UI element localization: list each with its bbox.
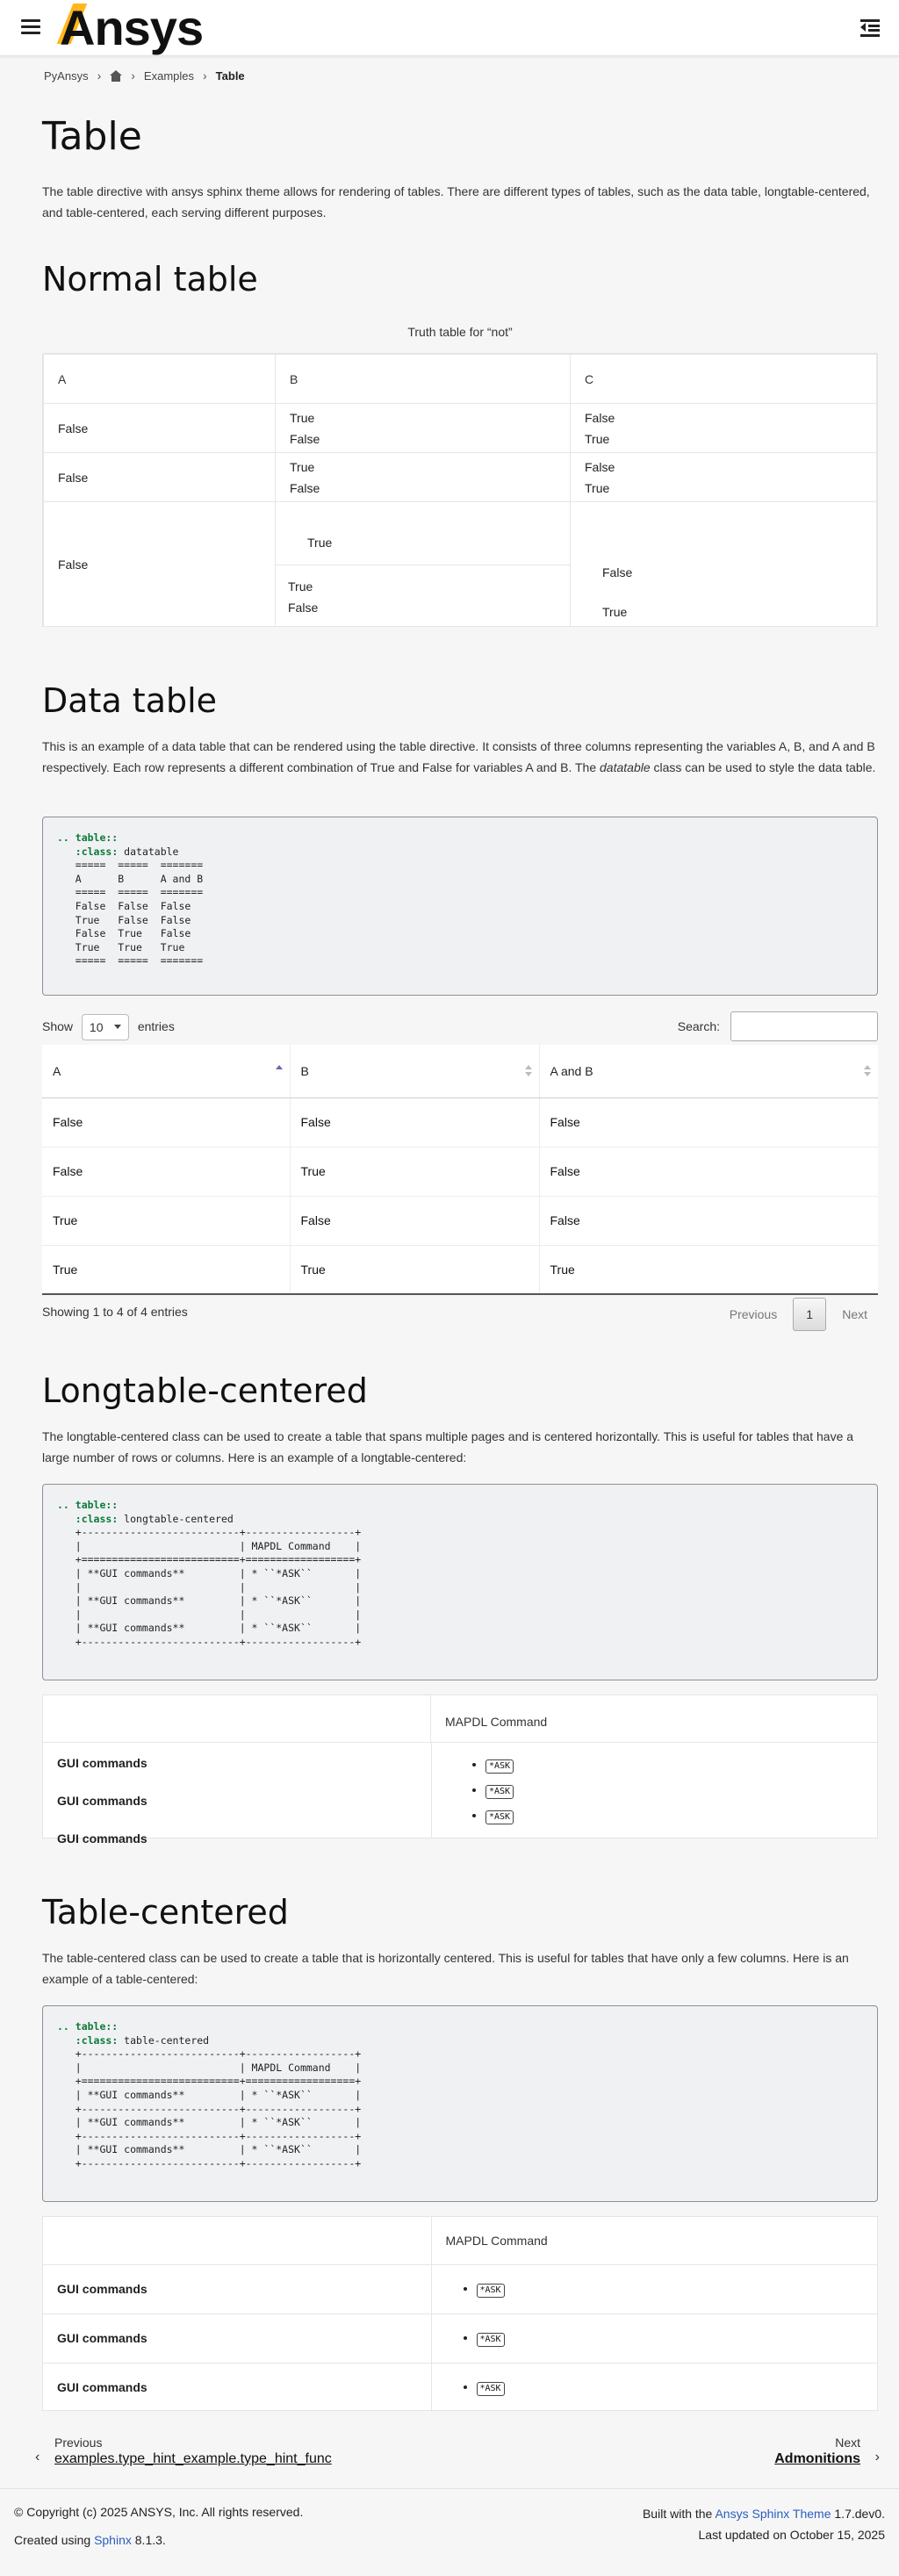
ansys-logo[interactable]: Ansys [56,2,204,54]
entries-per-page-select[interactable]: 10 [81,1014,129,1041]
table-cell: True False [275,452,571,502]
menu-icon[interactable] [21,19,40,35]
chevron-left-icon: ‹ [35,2450,40,2464]
previous-page-button[interactable]: Previous [719,1307,788,1321]
table-row: True False False [42,1195,878,1245]
chevron-right-icon: › [203,68,207,83]
prev-next-nav: ‹ Previous examples.type_hint_example.ty… [35,2436,880,2479]
ask-command-badge: *ASK [485,1810,514,1824]
ask-command-badge: *ASK [476,2283,505,2298]
breadcrumb: PyAnsys › › Examples › Table [44,67,245,84]
table-row: False True False [42,1146,878,1196]
breadcrumb-current: Table [215,68,245,83]
next-page-link[interactable]: › Next Admonitions [774,2436,880,2467]
intro-paragraph: The table directive with ansys sphinx th… [42,184,870,219]
gui-commands-column: GUI commands GUI commands GUI commands [57,1745,147,1858]
search-input[interactable] [730,1011,878,1041]
sphinx-link[interactable]: Sphinx [94,2533,132,2547]
column-header-b[interactable]: B [289,1045,539,1098]
table-cell: False True [570,452,877,502]
code-block-table-centered[interactable]: .. table:: :class: table-centered +-----… [42,2005,878,2202]
table-row: False True False False True [43,403,877,453]
footer: © Copyright (c) 2025 ANSYS, Inc. All rig… [0,2488,899,2576]
column-header-c: C [570,354,877,404]
pagination: Previous 1 Next [719,1298,878,1331]
home-icon[interactable] [110,69,123,82]
table-cell: GUI commands [57,1794,147,1808]
table-cell: GUI commands [57,1831,147,1846]
copyright: © Copyright (c) 2025 ANSYS, Inc. All rig… [14,2505,304,2519]
table-cell: False [43,452,276,502]
sort-icon[interactable] [524,1065,532,1077]
table-row: False False False [42,1097,878,1147]
table-row: GUI commands *ASK [43,2264,877,2314]
code-block-datatable[interactable]: .. table:: :class: datatable ===== =====… [42,817,878,996]
table-caption: Truth table for “not” [407,325,513,339]
theme-link[interactable]: Ansys Sphinx Theme [715,2507,831,2521]
page-1-button[interactable]: 1 [793,1298,827,1331]
table-centered-paragraph: The table-centered class can be used to … [42,1951,849,1986]
longtable-centered-table: MAPDL Command GUI commands GUI commands … [42,1695,878,1846]
table-centered-table: MAPDL Command GUI commands *ASK GUI comm… [42,2216,878,2412]
ask-command-badge: *ASK [485,1759,514,1774]
built-with: Built with the Ansys Sphinx Theme 1.7.de… [642,2507,885,2521]
column-header-mapdl-command: MAPDL Command [431,2217,877,2265]
code-block-longtable[interactable]: .. table:: :class: longtable-centered +-… [42,1484,878,1680]
column-header-a-and-b[interactable]: A and B [538,1045,878,1098]
data-table: A B A and B False False False False True Fal… [42,1045,878,1295]
created-using: Created using Sphinx 8.1.3. [14,2533,166,2547]
chevron-down-icon [113,1025,121,1030]
table-row: False True True False False True [43,501,877,627]
datatable-info: Showing 1 to 4 of 4 entries [42,1305,188,1319]
table-cell: False [43,501,276,627]
breadcrumb-pyansys[interactable]: PyAnsys [44,69,89,83]
column-header-a[interactable]: A [42,1045,290,1098]
table-cell: True True False [275,501,571,627]
table-cell: False [43,403,276,453]
table-row: True True True [42,1244,878,1295]
column-header-mapdl-command: MAPDL Command [431,1695,877,1743]
top-navbar: Ansys [0,0,899,56]
ask-command-badge: *ASK [476,2332,505,2347]
sort-ascending-icon[interactable] [275,1065,283,1077]
breadcrumb-examples[interactable]: Examples [144,69,194,83]
table-cell: GUI commands [57,1756,147,1770]
section-title-table-centered: Table-centered [42,1893,289,1932]
datatable-controls: Show 10 entries Search: [42,1011,878,1041]
section-title-normal-table: Normal table [42,260,258,299]
secondary-sidebar-toggle-icon[interactable] [860,18,880,37]
nested-cell: True [276,502,570,565]
ask-command-badge: *ASK [485,1785,514,1799]
longtable-paragraph: The longtable-centered class can be used… [42,1429,854,1464]
chevron-right-icon: › [131,68,135,83]
table-cell: True False [275,403,571,453]
last-updated: Last updated on October 15, 2025 [698,2528,886,2542]
chevron-right-icon: › [97,68,102,83]
table-row: GUI commands *ASK [43,2363,877,2412]
mapdl-command-list: *ASK *ASK *ASK [471,1757,514,1833]
sort-icon[interactable] [864,1065,871,1077]
column-header-a: A [43,354,276,404]
table-row: GUI commands *ASK [43,2313,877,2364]
chevron-right-icon: › [874,2450,880,2464]
column-header-b: B [275,354,571,404]
section-title-longtable: Longtable-centered [42,1371,368,1410]
section-title-data-table: Data table [42,681,218,720]
table-cell: False True [570,403,877,453]
data-table-paragraph: This is an example of a data table that … [42,739,876,774]
previous-page-link[interactable]: ‹ Previous examples.type_hint_example.ty… [35,2436,332,2467]
table-row: False True False False True [43,452,877,502]
table-cell: False True [570,501,877,627]
normal-table: A B C False True False False True False Tr… [42,353,878,627]
next-page-button[interactable]: Next [831,1307,878,1321]
page-title: Table [42,114,142,159]
search-label: Search: [677,1019,720,1033]
ask-command-badge: *ASK [476,2381,505,2396]
